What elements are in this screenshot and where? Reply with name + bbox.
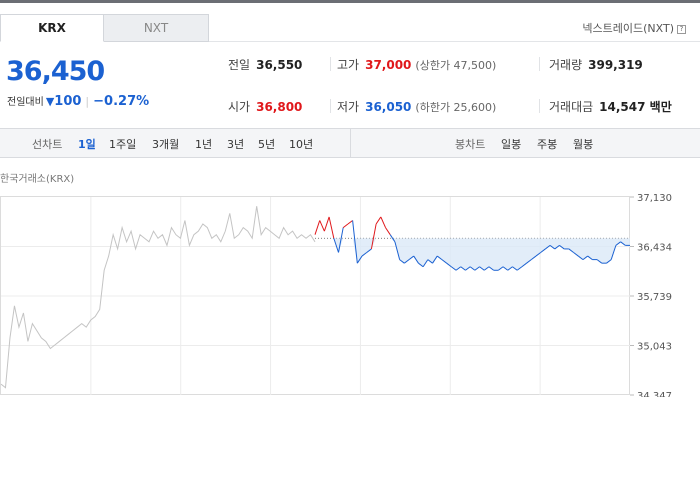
stat-low-value: 36,050 xyxy=(365,100,412,114)
chart-toolbar: 선차트 1일 1주일 3개월 1년 3년 5년 10년 봉차트 일봉 주봉 월봉 xyxy=(0,128,700,158)
current-price: 36,450 xyxy=(6,56,105,87)
period-5y[interactable]: 5년 xyxy=(258,136,275,152)
candle-daily[interactable]: 일봉 xyxy=(501,136,521,152)
stat-trade-value-value: 14,547 백만 xyxy=(599,100,672,114)
change-percent: −0.27% xyxy=(93,94,150,109)
top-border xyxy=(0,0,700,3)
price-change: 전일대비 ▼100 | −0.27% xyxy=(7,93,149,109)
period-3y[interactable]: 3년 xyxy=(227,136,244,152)
market-tabs: KRX NXT xyxy=(0,14,209,42)
stat-volume-label: 거래량 xyxy=(549,58,583,72)
stat-divider xyxy=(330,99,331,113)
stat-open-label: 시가 xyxy=(228,100,251,114)
stat-low: 저가 36,050 (하한가 25,600) xyxy=(337,98,496,115)
stat-divider xyxy=(539,57,540,71)
period-1d[interactable]: 1일 xyxy=(78,136,96,152)
tab-nxt[interactable]: NXT xyxy=(104,14,209,42)
candle-monthly[interactable]: 월봉 xyxy=(573,136,593,152)
nxt-info-link[interactable]: 넥스트레이드(NXT)? xyxy=(582,20,686,36)
stat-high: 고가 37,000 (상한가 47,500) xyxy=(337,56,496,73)
period-3m[interactable]: 3개월 xyxy=(152,136,179,152)
tab-krx[interactable]: KRX xyxy=(0,14,104,42)
stat-upper-limit: (상한가 47,500) xyxy=(415,59,497,72)
stat-open-value: 36,800 xyxy=(256,100,303,114)
stat-volume-value: 399,319 xyxy=(588,58,643,72)
stat-open: 시가 36,800 xyxy=(228,98,302,115)
period-1w[interactable]: 1주일 xyxy=(109,136,136,152)
y-tick-label: 36,434 xyxy=(637,243,672,254)
change-amount: 100 xyxy=(54,94,82,109)
period-10y[interactable]: 10년 xyxy=(289,136,313,152)
nxt-info-label: 넥스트레이드(NXT) xyxy=(582,22,674,35)
stat-trade-value: 거래대금 14,547 백만 xyxy=(549,98,672,115)
stat-prev-close-label: 전일 xyxy=(228,58,251,72)
y-axis: 37,130 36,434 35,739 35,043 34,347 xyxy=(630,193,672,397)
stat-divider xyxy=(330,57,331,71)
y-tick-label: 34,347 xyxy=(637,391,672,397)
stat-trade-value-label: 거래대금 xyxy=(549,100,594,114)
help-icon[interactable]: ? xyxy=(677,25,686,34)
tab-divider xyxy=(209,41,700,42)
y-tick-label: 37,130 xyxy=(637,193,672,204)
stat-divider xyxy=(539,99,540,113)
stat-low-label: 저가 xyxy=(337,100,360,114)
stat-prev-close: 전일 36,550 xyxy=(228,56,302,73)
stat-lower-limit: (하한가 25,600) xyxy=(415,101,497,114)
stat-prev-close-value: 36,550 xyxy=(256,58,303,72)
toolbar-divider xyxy=(350,129,351,157)
stat-high-value: 37,000 xyxy=(365,58,412,72)
y-tick-label: 35,739 xyxy=(637,292,672,303)
chart-source: 한국거래소(KRX) xyxy=(0,174,75,185)
down-triangle-icon: ▼ xyxy=(45,95,55,108)
stat-volume: 거래량 399,319 xyxy=(549,56,643,73)
period-1y[interactable]: 1년 xyxy=(195,136,212,152)
line-chart-label: 선차트 xyxy=(32,138,63,151)
stat-high-label: 고가 xyxy=(337,58,360,72)
price-chart: 37,130 36,434 35,739 35,043 34,347 xyxy=(0,193,672,397)
candle-weekly[interactable]: 주봉 xyxy=(537,136,557,152)
candle-chart-label: 봉차트 xyxy=(455,138,486,151)
change-label: 전일대비 xyxy=(7,97,44,108)
change-separator: | xyxy=(85,95,90,108)
y-tick-label: 35,043 xyxy=(637,342,672,353)
